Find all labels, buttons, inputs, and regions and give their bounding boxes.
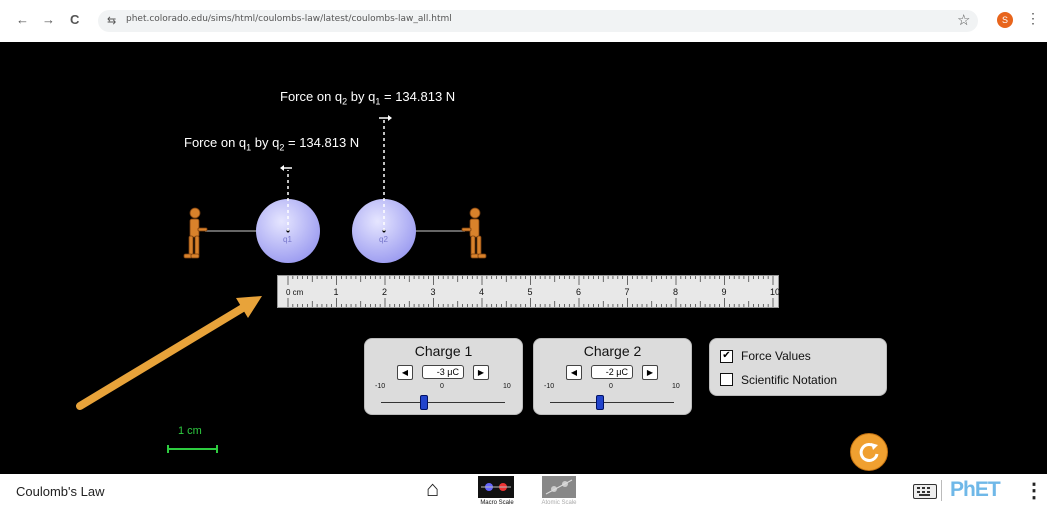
ruler-tick-label: 1: [333, 287, 339, 297]
charge1-increment-button[interactable]: ▶: [473, 365, 489, 380]
keyboard-icon: [917, 487, 930, 496]
ruler-tick-label: 2: [382, 287, 388, 297]
ruler[interactable]: 0 cm 1 2 3 4 5 6 7 8 9 10: [277, 275, 781, 308]
force-values-label[interactable]: Force Values: [741, 349, 811, 363]
charge1-min-label: -10: [375, 383, 386, 390]
charge1-title: Charge 1: [414, 343, 473, 359]
ruler-tick-label: 6: [576, 287, 582, 297]
reset-arrow-icon: [859, 442, 879, 462]
charge1-decrement-button[interactable]: ◀: [397, 365, 413, 380]
simulation-canvas: Force on q2 by q1 = 134.813 N Force on q…: [0, 42, 1047, 474]
right-pulling-person-icon: [461, 207, 487, 259]
ruler-tick-label: 8: [673, 287, 679, 297]
charge1-slider-track[interactable]: [381, 402, 505, 403]
scientific-notation-checkbox[interactable]: [720, 373, 733, 386]
charge2-value: -2 μC: [591, 365, 633, 379]
back-arrow-icon[interactable]: ←: [16, 12, 29, 28]
scene-drawing: [76, 115, 487, 453]
scale-bar-label: 1 cm: [178, 425, 202, 437]
charge1-slider-thumb[interactable]: [420, 395, 428, 410]
charge2-title: Charge 2: [583, 343, 642, 359]
profile-avatar[interactable]: S: [997, 12, 1013, 28]
macro-scale-icon: [478, 476, 514, 498]
ruler-tick-label: 7: [624, 287, 630, 297]
browser-menu-icon[interactable]: ⋮: [1026, 10, 1040, 27]
ruler-zero-label: 0 cm: [286, 288, 304, 297]
force-values-checkbox[interactable]: ✔: [720, 350, 733, 363]
charge1-mid-label: 0: [440, 383, 444, 390]
atomic-scale-screen-button[interactable]: Atomic Scale: [532, 476, 586, 507]
browser-toolbar: ← → C ⇆ phet.colorado.edu/sims/html/coul…: [0, 0, 1047, 42]
divider: [941, 480, 942, 501]
ruler-tick-label: 5: [527, 287, 533, 297]
phet-logo[interactable]: PhET: [950, 478, 1001, 502]
scientific-notation-label[interactable]: Scientific Notation: [741, 373, 837, 387]
reset-all-button[interactable]: [850, 433, 888, 471]
forward-arrow-icon[interactable]: →: [42, 12, 55, 28]
charge2-min-label: -10: [544, 383, 555, 390]
left-pulling-person-icon: [183, 207, 208, 259]
atomic-scale-label: Atomic Scale: [541, 500, 577, 506]
ruler-tick-label: 10: [770, 287, 781, 297]
address-bar[interactable]: ⇆ phet.colorado.edu/sims/html/coulombs-l…: [98, 10, 978, 32]
charge1-value: -3 μC: [422, 365, 464, 379]
keyboard-shortcuts-button[interactable]: [913, 484, 937, 499]
bookmark-star-icon[interactable]: ☆: [957, 11, 970, 29]
sim-navigation-bar: Coulomb's Law ⌂ Macro Scale Atomic Scale…: [0, 474, 1047, 507]
charge2-decrement-button[interactable]: ◀: [566, 365, 582, 380]
charge2-max-label: 10: [672, 383, 680, 390]
charge-q2-label: q2: [379, 235, 388, 244]
url-text[interactable]: phet.colorado.edu/sims/html/coulombs-law…: [126, 14, 452, 24]
charge-q1-label: q1: [283, 235, 292, 244]
home-icon[interactable]: ⌂: [426, 478, 439, 500]
charge2-panel: Charge 2 ◀ -2 μC ▶ -10 0 10: [533, 338, 692, 415]
atomic-scale-icon: [542, 476, 576, 498]
options-panel: ✔ Force Values Scientific Notation: [709, 338, 887, 396]
site-settings-icon[interactable]: ⇆: [107, 14, 116, 27]
ruler-tick-label: 9: [721, 287, 727, 297]
macro-scale-label: Macro Scale: [480, 500, 514, 506]
charge2-slider-thumb[interactable]: [596, 395, 604, 410]
macro-scale-screen-button[interactable]: Macro Scale: [470, 476, 524, 507]
ruler-tick-label: 3: [430, 287, 436, 297]
scale-bar: [167, 445, 218, 453]
reload-icon[interactable]: C: [70, 12, 79, 28]
phet-menu-icon[interactable]: ⋮: [1024, 478, 1044, 503]
charge2-increment-button[interactable]: ▶: [642, 365, 658, 380]
sim-title: Coulomb's Law: [16, 484, 105, 499]
charge2-slider-track[interactable]: [550, 402, 674, 403]
ruler-tick-label: 4: [479, 287, 485, 297]
charge1-max-label: 10: [503, 383, 511, 390]
charge2-mid-label: 0: [609, 383, 613, 390]
charge1-panel: Charge 1 ◀ -3 μC ▶ -10 0 10: [364, 338, 523, 415]
pointer-arrow-annotation: [76, 296, 262, 410]
